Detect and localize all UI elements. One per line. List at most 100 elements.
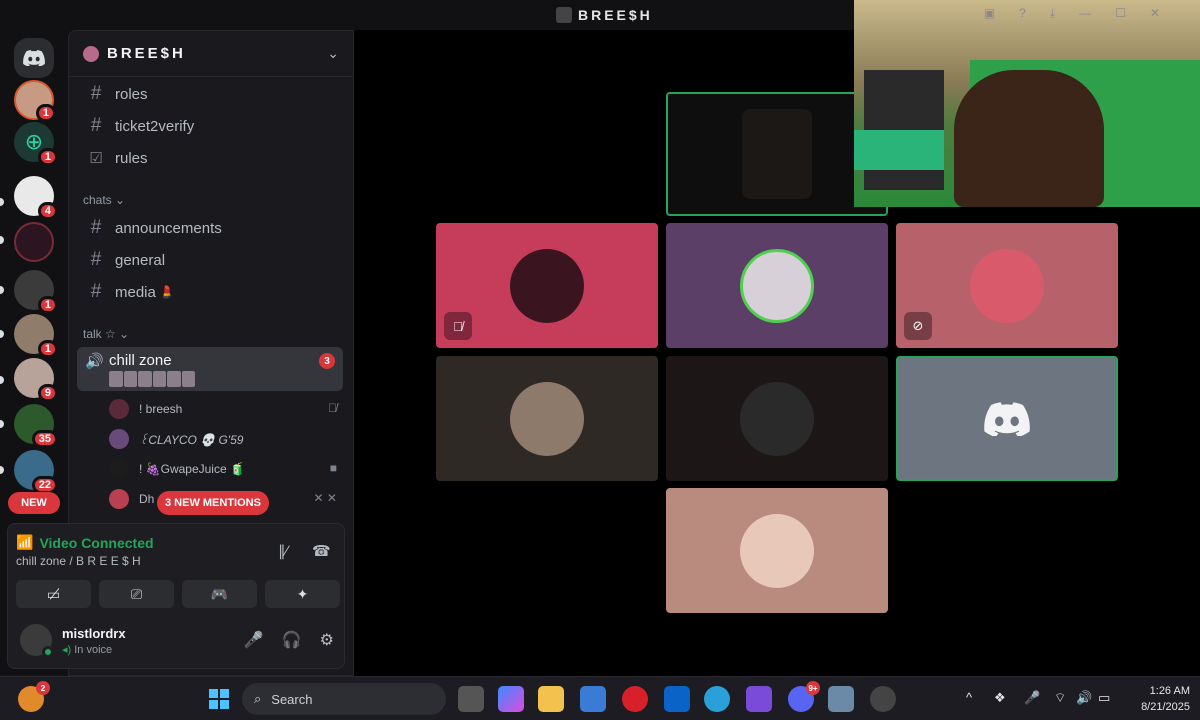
unread-pill xyxy=(0,198,4,206)
background-basket xyxy=(854,130,944,170)
screen-share-button[interactable]: ⎚ xyxy=(99,580,174,608)
category-label: talk ☆ xyxy=(83,327,116,341)
connection-location[interactable]: chill zone / B R E E $ H xyxy=(16,554,141,568)
windows-start-icon[interactable] xyxy=(206,686,232,712)
file-explorer-icon[interactable] xyxy=(538,686,564,712)
task-view-icon[interactable] xyxy=(458,686,484,712)
clipchamp-icon[interactable] xyxy=(746,686,772,712)
chevron-up-icon[interactable]: ^ xyxy=(966,690,972,705)
video-tile[interactable] xyxy=(436,356,658,481)
server-icon-8[interactable]: 22 xyxy=(14,450,58,494)
hash-icon: # xyxy=(90,115,102,136)
obs-icon[interactable] xyxy=(870,686,896,712)
camera-toggle-button[interactable]: ▭̸ xyxy=(16,580,91,608)
server-icon-6[interactable]: 9 xyxy=(14,358,58,402)
windows-taskbar: 2 ⌕ Search 9+ ^ ❖ 🎤 ⌔ 🔊 ▭ 1:26 AM 8/21/2… xyxy=(0,676,1200,720)
voice-user[interactable]: ! breesh 🎙̸ xyxy=(109,397,341,421)
volume-icon[interactable]: 🔊 xyxy=(1076,690,1092,706)
discord-home-button[interactable] xyxy=(14,38,54,78)
unread-pill xyxy=(0,376,4,384)
channel-name: media xyxy=(115,283,156,301)
rtc-actions: ▭̸ ⎚ 🎮 ✦ xyxy=(16,580,340,608)
taskbar-clock[interactable]: 1:26 AM 8/21/2025 xyxy=(1141,683,1190,715)
channel-rules[interactable]: ☑ rules xyxy=(77,143,343,173)
maximize-icon[interactable]: ☐ xyxy=(1115,6,1126,21)
soundboard-button[interactable]: ✦ xyxy=(265,580,340,608)
server-badge: 9 xyxy=(37,384,58,402)
server-icon-5[interactable]: 1 xyxy=(14,314,58,358)
voice-user-name: ꒰CLAYCO 💀 G'59 xyxy=(139,433,244,447)
add-server-button[interactable]: ⊕ 1 xyxy=(14,122,58,166)
rules-checkbox-icon: ☑ xyxy=(89,150,103,167)
copilot-icon[interactable] xyxy=(498,686,524,712)
video-tile[interactable]: ⊘ xyxy=(896,223,1118,348)
camera-icon[interactable] xyxy=(828,686,854,712)
noise-suppression-icon[interactable]: ∥∕ xyxy=(278,542,288,560)
minimize-icon[interactable]: — xyxy=(1079,6,1091,21)
server-icon xyxy=(556,7,572,23)
video-tile[interactable] xyxy=(666,488,888,613)
avatar xyxy=(740,513,814,588)
activities-button[interactable]: 🎮 xyxy=(182,580,257,608)
avatar xyxy=(510,381,584,456)
disconnect-icon[interactable]: ☎ xyxy=(312,542,331,560)
category-chats[interactable]: chats ⌄ xyxy=(83,193,125,207)
voice-user-name: ! breesh xyxy=(139,402,183,416)
wifi-icon[interactable]: ⌔ xyxy=(1054,690,1066,706)
avatar[interactable] xyxy=(20,624,54,658)
channel-roles[interactable]: # roles xyxy=(77,79,343,109)
muted-mic-icon: 🎙̸ xyxy=(444,312,472,340)
opera-icon[interactable] xyxy=(622,686,648,712)
category-label: chats xyxy=(83,193,112,207)
weather-widget-icon[interactable]: 2 xyxy=(18,681,50,712)
voice-user[interactable]: ! 🍇GwapeJuice 🧃 ■ xyxy=(109,457,341,481)
server-icon-7[interactable]: 35 xyxy=(14,404,58,448)
video-feed xyxy=(742,109,812,199)
voice-participant-avatars xyxy=(109,371,195,387)
battery-icon[interactable]: ▭ xyxy=(1098,690,1110,706)
voice-user[interactable]: ꒰CLAYCO 💀 G'59 xyxy=(109,427,341,451)
gear-icon[interactable]: ⚙ xyxy=(320,630,334,650)
new-mentions-pill[interactable]: 3 NEW MENTIONS xyxy=(157,491,269,515)
outlook-icon[interactable] xyxy=(664,686,690,712)
server-icon-1[interactable]: 1 xyxy=(14,80,56,122)
channel-general[interactable]: # general xyxy=(77,245,343,275)
guild-header[interactable]: BREE$H ⌄ xyxy=(69,31,353,77)
help-icon[interactable]: ? xyxy=(1019,6,1026,21)
server-icon-2[interactable]: 4 xyxy=(14,176,58,220)
avatar xyxy=(740,381,814,456)
window-controls: ▣ ? ⤓ — ☐ ✕ xyxy=(984,6,1160,21)
taskbar-search[interactable]: ⌕ Search xyxy=(242,683,446,715)
channel-announcements[interactable]: # announcements xyxy=(77,213,343,243)
close-icon[interactable]: ✕ xyxy=(1150,6,1160,21)
video-tile[interactable] xyxy=(666,356,888,481)
category-talk[interactable]: talk ☆ ⌄ xyxy=(83,327,129,341)
voice-channel-chill-zone[interactable]: 🔊 chill zone 3 xyxy=(77,347,343,391)
channel-sidebar: BREE$H ⌄ # roles # ticket2verify ☑ rules… xyxy=(7,30,354,676)
dropbox-icon[interactable]: ❖ xyxy=(994,690,1006,706)
video-tile[interactable] xyxy=(666,223,888,348)
channel-ticket2verify[interactable]: # ticket2verify xyxy=(77,111,343,141)
screen-share-icon: ⎚ xyxy=(130,585,143,602)
discord-taskbar-icon[interactable]: 9+ xyxy=(788,681,820,712)
inbox-icon[interactable]: ▣ xyxy=(984,6,995,21)
discord-logo-icon xyxy=(23,50,45,66)
microphone-icon[interactable]: 🎤 xyxy=(1024,690,1040,706)
discord-logo-icon xyxy=(984,401,1030,436)
store-icon[interactable] xyxy=(580,686,606,712)
new-unreads-pill[interactable]: NEW xyxy=(8,492,60,514)
server-icon-3[interactable] xyxy=(14,222,54,262)
avatar xyxy=(970,248,1044,323)
video-tile[interactable]: 🎙̸ xyxy=(436,223,658,348)
server-icon-4[interactable]: 1 xyxy=(14,270,58,314)
unread-pill xyxy=(0,420,4,428)
online-status-dot xyxy=(42,646,54,658)
edge-icon[interactable] xyxy=(704,686,730,712)
video-tile-speaking[interactable] xyxy=(896,356,1118,481)
server-badge: 1 xyxy=(37,340,58,358)
download-icon[interactable]: ⤓ xyxy=(1050,6,1055,21)
headphones-icon[interactable]: 🎧 xyxy=(282,630,302,650)
muted-mic-icon: 🎙̸ xyxy=(328,401,337,415)
channel-media[interactable]: # media 💄 xyxy=(77,277,343,307)
microphone-icon[interactable]: 🎤 xyxy=(244,630,264,650)
